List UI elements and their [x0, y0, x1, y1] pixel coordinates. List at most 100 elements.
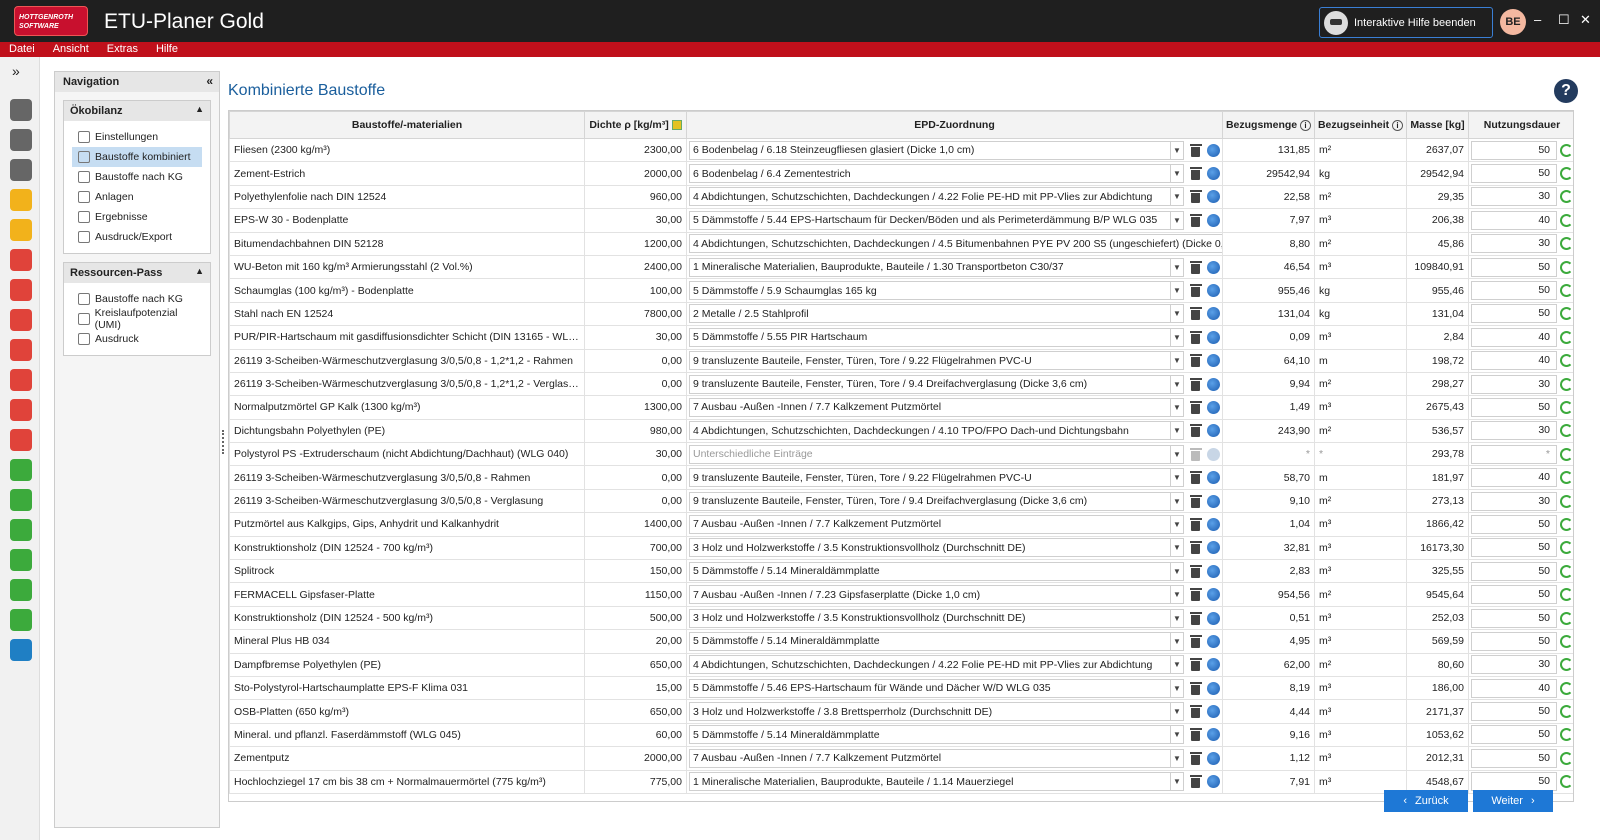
- dichte-cell[interactable]: 775,00: [584, 769, 687, 794]
- close-button[interactable]: ✕: [1580, 13, 1591, 27]
- interactive-help-button[interactable]: Interaktive Hilfe beenden: [1319, 7, 1493, 38]
- trash-icon[interactable]: [1190, 517, 1202, 531]
- epd-dropdown[interactable]: 3 Holz und Holzwerkstoffe / 3.8 Brettspe…: [689, 702, 1184, 722]
- table-row[interactable]: 26119 3-Scheiben-Wärmeschutzverglasung 3…: [229, 348, 1573, 373]
- globe-icon[interactable]: [1207, 213, 1220, 227]
- tap-icon[interactable]: [10, 369, 32, 391]
- reset-icon[interactable]: [1560, 143, 1573, 157]
- globe-icon[interactable]: [1207, 658, 1220, 672]
- reset-icon[interactable]: [1560, 167, 1573, 181]
- table-row[interactable]: Hochlochziegel 17 cm bis 38 cm + Normalm…: [229, 769, 1573, 794]
- trash-icon[interactable]: [1190, 307, 1202, 321]
- table-row[interactable]: FERMACELL Gipsfaser-Platte 1150,00 7 Ausba…: [229, 582, 1573, 607]
- nav-section-header[interactable]: Ressourcen-Pass ▲: [64, 263, 210, 283]
- table-row[interactable]: PUR/PIR-Hartschaum mit gasdiffusionsdich…: [229, 325, 1573, 350]
- epd-dropdown[interactable]: 4 Abdichtungen, Schutzschichten, Dachdec…: [689, 187, 1184, 207]
- trash-icon[interactable]: [1190, 143, 1202, 157]
- dichte-cell[interactable]: 150,00: [584, 559, 687, 584]
- minimize-button[interactable]: –: [1534, 13, 1541, 27]
- dichte-cell[interactable]: 0,00: [584, 465, 687, 490]
- house-fire-icon[interactable]: [10, 429, 32, 451]
- table-row[interactable]: Dichtungsbahn Polyethylen (PE) 980,00 4 Ab…: [229, 418, 1573, 444]
- globe-green-icon[interactable]: [10, 549, 32, 571]
- nutzungsdauer-input[interactable]: 50: [1471, 725, 1557, 745]
- epd-dropdown[interactable]: 7 Ausbau -Außen -Innen / 7.7 Kalkzement …: [689, 397, 1184, 417]
- nutzungsdauer-input[interactable]: 50: [1471, 514, 1557, 534]
- chevron-up-icon[interactable]: ▲: [195, 104, 204, 114]
- epd-dropdown[interactable]: 2 Metalle / 2.5 Stahlprofil ▼: [689, 304, 1184, 324]
- chevron-down-icon[interactable]: ▼: [1170, 469, 1183, 487]
- nav-item[interactable]: Kreislaufpotenzial (UMI): [72, 307, 202, 331]
- chevron-down-icon[interactable]: ▼: [1170, 609, 1183, 627]
- globe-icon[interactable]: [1207, 634, 1220, 648]
- chevron-down-icon[interactable]: ▼: [1170, 632, 1183, 650]
- col-header-epd[interactable]: EPD-Zuordnung: [686, 111, 1223, 139]
- nutzungsdauer-input[interactable]: 50: [1471, 561, 1557, 581]
- nutzungsdauer-input[interactable]: 40: [1471, 678, 1557, 698]
- reset-icon[interactable]: [1560, 658, 1573, 672]
- trash-icon[interactable]: [1190, 213, 1202, 227]
- dichte-cell[interactable]: 0,00: [584, 348, 687, 373]
- menu-ansicht[interactable]: Ansicht: [44, 42, 98, 57]
- pipes-icon[interactable]: [10, 339, 32, 361]
- globe-icon[interactable]: [1207, 611, 1220, 625]
- chevron-down-icon[interactable]: ▼: [1170, 328, 1183, 346]
- info-icon[interactable]: i: [1300, 119, 1312, 131]
- globe-icon[interactable]: [1207, 190, 1220, 204]
- table-row[interactable]: Zementputz 2000,00 7 Ausbau -Außen -Innen …: [229, 746, 1573, 771]
- reset-icon[interactable]: [1560, 354, 1573, 368]
- nutzungsdauer-input[interactable]: 40: [1471, 210, 1557, 230]
- location-pin-icon[interactable]: [10, 159, 32, 181]
- trash-icon[interactable]: [1190, 424, 1202, 438]
- house-icon[interactable]: [10, 189, 32, 211]
- trash-icon[interactable]: [1190, 190, 1202, 204]
- nutzungsdauer-input[interactable]: 50: [1471, 281, 1557, 301]
- dichte-cell[interactable]: 0,00: [584, 488, 687, 514]
- table-row[interactable]: Fliesen (2300 kg/m³) 2300,00 6 Bodenbelag …: [229, 137, 1573, 163]
- reset-icon[interactable]: [1560, 705, 1573, 719]
- reset-icon[interactable]: [1560, 611, 1573, 625]
- dichte-cell[interactable]: 1200,00: [584, 231, 687, 256]
- dichte-cell[interactable]: 60,00: [584, 722, 687, 748]
- epd-dropdown[interactable]: 6 Bodenbelag / 6.4 Zementestrich ▼: [689, 164, 1184, 184]
- col-header-bezugsmenge[interactable]: Bezugsmenge i: [1222, 111, 1315, 139]
- dichte-cell[interactable]: 2000,00: [584, 746, 687, 771]
- lightning-icon[interactable]: [10, 219, 32, 241]
- nutzungsdauer-input[interactable]: 30: [1471, 187, 1557, 207]
- reset-icon[interactable]: [1560, 471, 1573, 485]
- nutzungsdauer-input[interactable]: 50: [1471, 608, 1557, 628]
- chevron-down-icon[interactable]: ▼: [1170, 773, 1183, 791]
- globe-icon[interactable]: [1207, 167, 1220, 181]
- reset-icon[interactable]: [1560, 307, 1573, 321]
- reset-icon[interactable]: [1560, 517, 1573, 531]
- chevron-down-icon[interactable]: ▼: [1170, 562, 1183, 580]
- table-row[interactable]: Stahl nach EN 12524 7800,00 2 Metalle / 2.…: [229, 301, 1573, 327]
- dichte-cell[interactable]: 980,00: [584, 418, 687, 444]
- reset-icon[interactable]: [1560, 494, 1573, 508]
- epd-dropdown[interactable]: 4 Abdichtungen, Schutzschichten, Dachdec…: [689, 421, 1184, 441]
- trash-icon[interactable]: [1190, 260, 1202, 274]
- col-header-material[interactable]: Baustoffe/-materialien: [229, 111, 585, 139]
- epd-dropdown[interactable]: 4 Abdichtungen, Schutzschichten, Dachdec…: [689, 234, 1222, 254]
- dichte-cell[interactable]: 2000,00: [584, 161, 687, 186]
- dichte-cell[interactable]: 30,00: [584, 208, 687, 233]
- nav-item[interactable]: Baustoffe nach KG: [72, 167, 202, 187]
- epd-dropdown[interactable]: 7 Ausbau -Außen -Innen / 7.23 Gipsfaserp…: [689, 585, 1184, 605]
- epd-dropdown[interactable]: 3 Holz und Holzwerkstoffe / 3.5 Konstruk…: [689, 538, 1184, 558]
- table-row[interactable]: Sto-Polystyrol-Hartschaumplatte EPS-F Kl…: [229, 675, 1573, 701]
- trash-icon[interactable]: [1190, 284, 1202, 298]
- globe-icon[interactable]: [1207, 424, 1220, 438]
- trash-icon[interactable]: [1190, 634, 1202, 648]
- trash-icon[interactable]: [1190, 588, 1202, 602]
- dichte-cell[interactable]: 2300,00: [584, 137, 687, 163]
- reset-icon[interactable]: [1560, 424, 1573, 438]
- nutzungsdauer-input[interactable]: 30: [1471, 491, 1557, 511]
- nav-item[interactable]: Ausdruck/Export: [72, 227, 202, 247]
- trash-icon[interactable]: [1190, 400, 1202, 414]
- document-green-icon[interactable]: [10, 609, 32, 631]
- heating-icon[interactable]: [10, 279, 32, 301]
- table-row[interactable]: Splitrock 150,00 5 Dämmstoffe / 5.14 Miner…: [229, 559, 1573, 584]
- globe-icon[interactable]: [1207, 447, 1220, 461]
- globe-icon[interactable]: [1207, 681, 1220, 695]
- chevron-down-icon[interactable]: ▼: [1170, 165, 1183, 183]
